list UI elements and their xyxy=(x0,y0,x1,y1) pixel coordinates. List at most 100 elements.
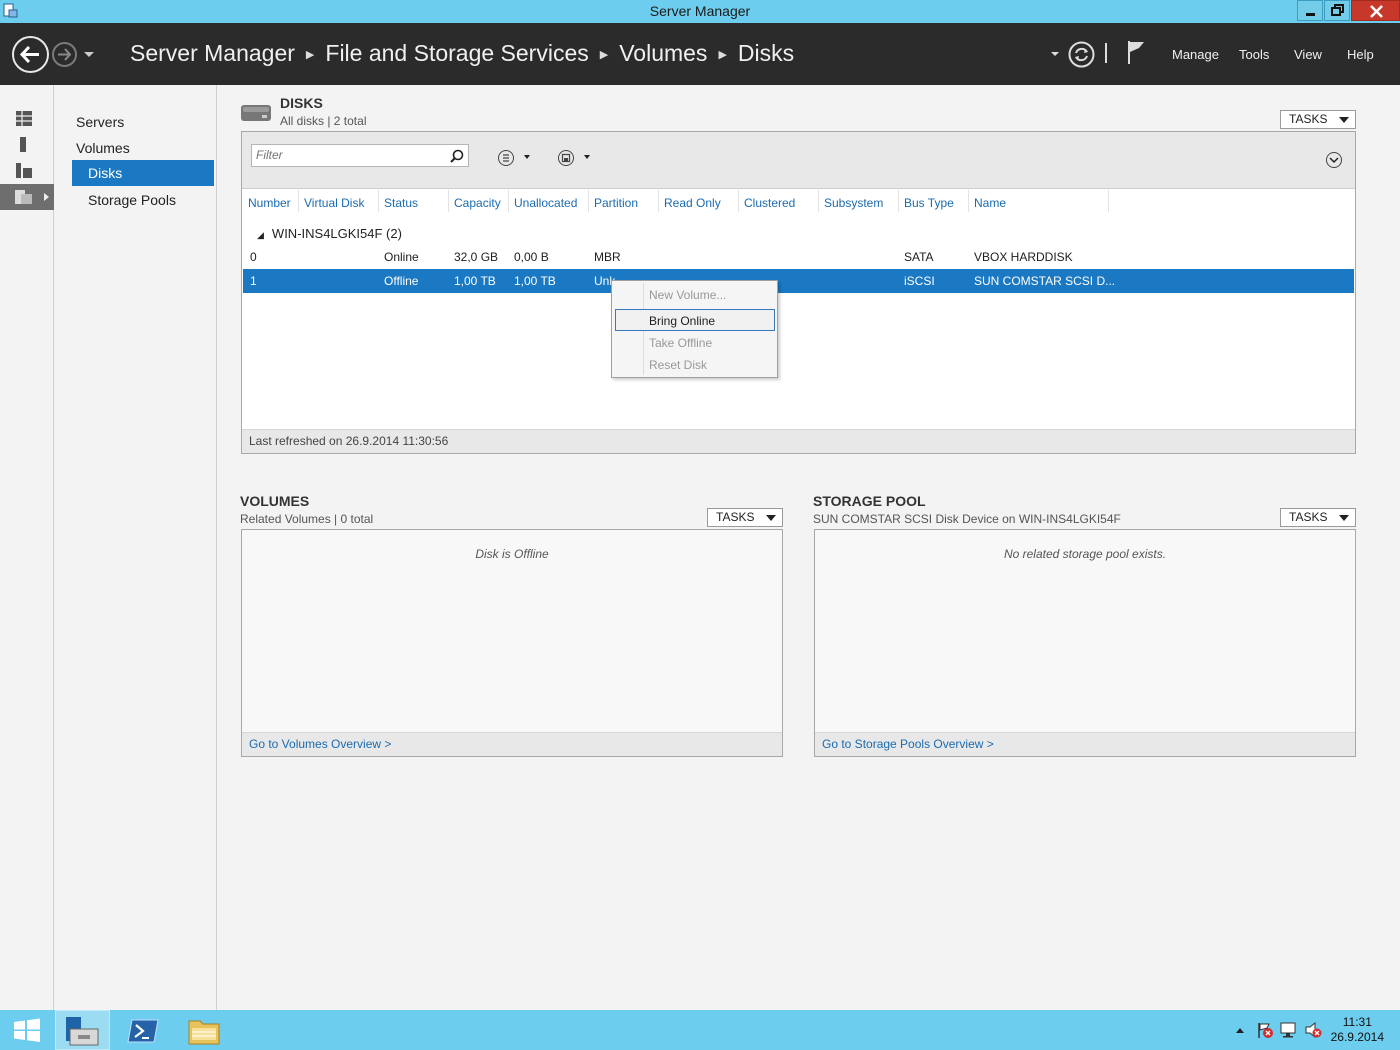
back-button[interactable] xyxy=(12,36,49,73)
cell-bus-type: SATA xyxy=(904,250,934,264)
title-bar: Server Manager xyxy=(0,0,1400,23)
view-options-button[interactable] xyxy=(497,149,537,170)
forward-button[interactable] xyxy=(52,42,77,67)
restore-icon xyxy=(1331,4,1344,16)
volume-muted-icon[interactable] xyxy=(1304,1021,1322,1039)
taskbar-powershell[interactable] xyxy=(116,1010,172,1050)
close-icon xyxy=(1370,5,1383,18)
rail-local-server[interactable] xyxy=(0,132,54,158)
menu-view[interactable]: View xyxy=(1294,47,1322,62)
nav-item-disks[interactable]: Disks xyxy=(72,160,214,186)
taskbar-file-explorer[interactable] xyxy=(176,1010,232,1050)
breadcrumb-disks: Disks xyxy=(737,40,795,66)
app-header: Server Manager ▶ File and Storage Services… xyxy=(0,23,1400,85)
storage-pools-overview-link[interactable]: Go to Storage Pools Overview > xyxy=(822,737,994,751)
filter-input[interactable] xyxy=(256,148,446,162)
start-button[interactable] xyxy=(0,1010,56,1050)
cell-status: Offline xyxy=(384,274,419,288)
col-bus-type[interactable]: Bus Type xyxy=(904,196,954,210)
menu-item-take-offline[interactable]: Take Offline xyxy=(649,336,712,350)
storage-pool-title: STORAGE POOL xyxy=(813,493,926,509)
col-subsystem[interactable]: Subsystem xyxy=(824,196,883,210)
col-name[interactable]: Name xyxy=(974,196,1006,210)
cell-name: SUN COMSTAR SCSI D... xyxy=(974,274,1116,288)
col-separator xyxy=(508,190,509,212)
filter-field[interactable] xyxy=(251,144,469,167)
nav-item-storage-pools[interactable]: Storage Pools xyxy=(72,187,214,213)
cell-unallocated: 1,00 TB xyxy=(514,274,556,288)
cell-bus-type: iSCSI xyxy=(904,274,935,288)
disks-subtitle: All disks | 2 total xyxy=(280,114,367,128)
nav-panel: Servers Volumes Disks Storage Pools xyxy=(55,85,217,1010)
context-menu: New Volume... Bring Online Take Offline … xyxy=(611,280,778,378)
disks-tasks-label: TASKS xyxy=(1289,112,1328,126)
save-query-button[interactable] xyxy=(557,149,597,170)
col-read-only[interactable]: Read Only xyxy=(664,196,721,210)
col-separator xyxy=(898,190,899,212)
breadcrumb-server-manager[interactable]: Server Manager xyxy=(130,40,295,66)
table-row[interactable]: 0 Online 32,0 GB 0,00 B MBR SATA VBOX HA… xyxy=(243,245,1354,269)
storage-pool-tasks-button[interactable]: TASKS xyxy=(1280,508,1356,527)
server-icon xyxy=(20,137,26,152)
show-hidden-icons-icon[interactable] xyxy=(1235,1027,1245,1034)
breadcrumb-file-storage[interactable]: File and Storage Services xyxy=(325,40,588,66)
nav-item-volumes[interactable]: Volumes xyxy=(72,135,214,161)
table-row-selected[interactable]: 1 Offline 1,00 TB 1,00 TB Unk iSCSI SUN … xyxy=(243,269,1354,293)
col-number[interactable]: Number xyxy=(248,196,291,210)
col-partition[interactable]: Partition xyxy=(594,196,638,210)
rail-all-servers[interactable] xyxy=(0,158,54,184)
storage-pool-panel: No related storage pool exists. Go to St… xyxy=(814,529,1356,757)
volumes-title: VOLUMES xyxy=(240,493,310,509)
disks-footer: Last refreshed on 26.9.2014 11:30:56 xyxy=(242,429,1355,453)
menu-item-bring-online[interactable]: Bring Online xyxy=(649,314,715,328)
menu-tools[interactable]: Tools xyxy=(1239,47,1269,62)
action-center-icon[interactable] xyxy=(1256,1021,1274,1039)
window-title: Server Manager xyxy=(649,3,751,19)
collapse-triangle-icon[interactable]: ◢ xyxy=(257,230,264,240)
taskbar-server-manager[interactable] xyxy=(55,1010,110,1050)
volumes-tasks-label: TASKS xyxy=(716,510,755,524)
notification-dropdown-icon[interactable] xyxy=(1050,51,1060,58)
server-group[interactable]: ◢ WIN-INS4LGKI54F (2) xyxy=(257,226,402,241)
close-button[interactable] xyxy=(1351,0,1400,21)
nav-item-servers[interactable]: Servers xyxy=(72,109,214,135)
col-separator xyxy=(1108,190,1109,212)
volumes-overview-link[interactable]: Go to Volumes Overview > xyxy=(249,737,391,751)
minimize-button[interactable] xyxy=(1297,0,1323,21)
breadcrumb-volumes[interactable]: Volumes xyxy=(619,40,707,66)
arrow-right-icon xyxy=(58,48,72,61)
menu-manage[interactable]: Manage xyxy=(1172,47,1219,62)
left-rail xyxy=(0,85,54,1010)
col-virtual-disk[interactable]: Virtual Disk xyxy=(304,196,364,210)
col-separator xyxy=(298,190,299,212)
storage-pool-tasks-label: TASKS xyxy=(1289,510,1328,524)
volumes-tasks-button[interactable]: TASKS xyxy=(707,508,783,527)
refresh-icon[interactable] xyxy=(1068,41,1095,68)
col-status[interactable]: Status xyxy=(384,196,418,210)
cell-partition: MBR xyxy=(594,250,621,264)
rail-file-storage[interactable] xyxy=(0,184,54,210)
disks-title: DISKS xyxy=(280,95,323,111)
expand-chevron-icon[interactable] xyxy=(1325,151,1343,169)
cell-number: 1 xyxy=(250,274,257,288)
col-separator xyxy=(448,190,449,212)
menu-help[interactable]: Help xyxy=(1347,47,1374,62)
server-group-label: WIN-INS4LGKI54F (2) xyxy=(271,226,402,241)
breadcrumb-separator-icon: ▶ xyxy=(305,49,315,62)
search-icon[interactable] xyxy=(450,149,464,163)
maximize-button[interactable] xyxy=(1324,0,1350,21)
header-divider xyxy=(1105,43,1107,63)
col-clustered[interactable]: Clustered xyxy=(744,196,795,210)
history-dropdown-icon[interactable] xyxy=(83,51,95,59)
disks-tasks-button[interactable]: TASKS xyxy=(1280,110,1356,129)
col-capacity[interactable]: Capacity xyxy=(454,196,501,210)
menu-item-new-volume[interactable]: New Volume... xyxy=(649,288,726,302)
flag-icon[interactable] xyxy=(1126,39,1146,65)
rail-dashboard[interactable] xyxy=(0,106,54,132)
col-unallocated[interactable]: Unallocated xyxy=(514,196,577,210)
taskbar-clock[interactable]: 11:31 26.9.2014 xyxy=(1331,1015,1384,1045)
network-icon[interactable] xyxy=(1280,1021,1298,1039)
taskbar: 11:31 26.9.2014 xyxy=(0,1010,1400,1050)
all-servers-icon xyxy=(16,163,32,178)
menu-item-reset-disk[interactable]: Reset Disk xyxy=(649,358,707,372)
